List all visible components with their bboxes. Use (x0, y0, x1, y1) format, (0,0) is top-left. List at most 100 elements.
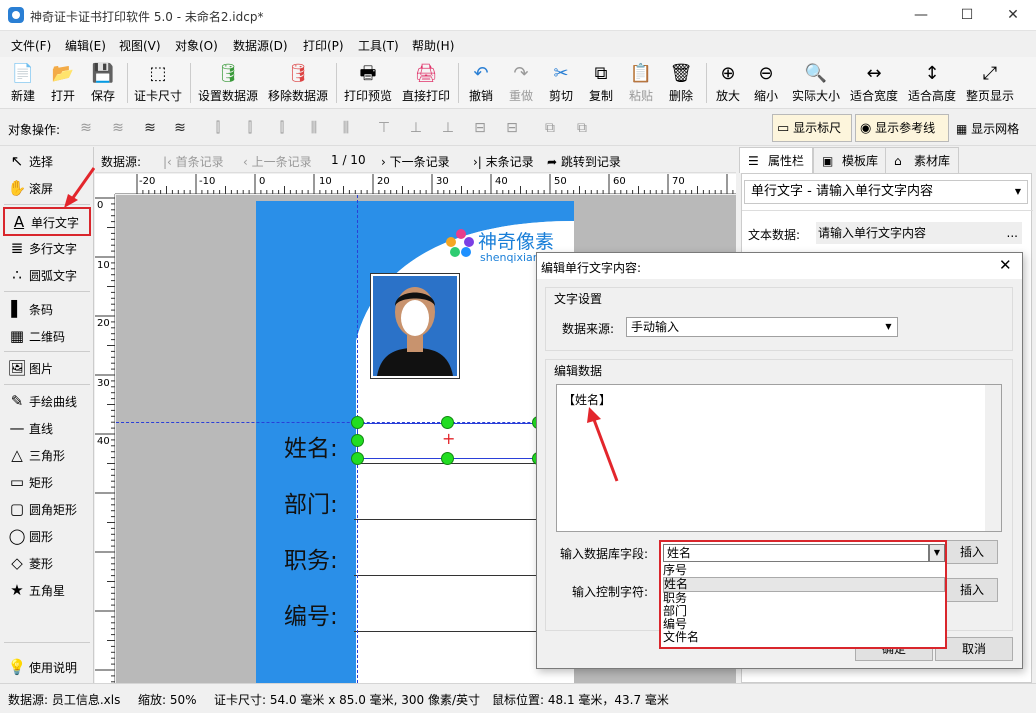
fit-width-button[interactable]: ↔ 适合宽度 (848, 61, 900, 107)
full-page-button[interactable]: ⤢ 整页显示 (964, 61, 1016, 107)
redo-button[interactable]: ↷ 重做 (502, 61, 540, 107)
show-guides-toggle[interactable]: ◉ 显示参考线 (855, 114, 949, 142)
layer-up-icon[interactable]: ≋ (140, 119, 160, 137)
chevron-down-icon[interactable]: ▼ (929, 544, 945, 562)
align-left-icon[interactable]: ⫿ (208, 119, 228, 137)
goto-record-button[interactable]: ➦ 跳转到记录 (547, 153, 621, 170)
paste-button[interactable]: 📋 粘贴 (622, 61, 660, 107)
insert-field-button[interactable]: 插入 (946, 540, 998, 564)
tool-arc-text[interactable]: ∴ 圆弧文字 (3, 262, 91, 288)
menu-view[interactable]: 视图(V) (119, 37, 161, 54)
menu-print[interactable]: 打印(P) (303, 37, 344, 54)
close-window-button[interactable]: ✕ (990, 0, 1036, 31)
zoom-in-button[interactable]: ⊕ 放大 (710, 61, 746, 107)
layer-bottom-icon[interactable]: ≋ (76, 119, 96, 137)
tab-templates[interactable]: ▣ 模板库 (813, 147, 888, 173)
align-center-icon[interactable]: ⫿ (240, 119, 260, 137)
photo-frame[interactable] (370, 273, 460, 379)
tool-qrcode[interactable]: ▦ 二维码 (3, 323, 91, 349)
delete-button[interactable]: 🗑 删除 (662, 61, 700, 107)
option-item-selected[interactable]: 姓名 (663, 577, 945, 592)
dialog-close-button[interactable]: ✕ (999, 256, 1012, 274)
resize-handle[interactable] (441, 416, 454, 429)
align-middle-icon[interactable]: ⊥ (406, 119, 426, 137)
distribute-h-icon[interactable]: ⫼ (336, 119, 356, 137)
tool-diamond[interactable]: ◇ 菱形 (3, 550, 91, 576)
menu-help[interactable]: 帮助(H) (412, 37, 454, 54)
field-title-label[interactable]: 职务: (284, 541, 338, 575)
group-icon[interactable]: ⧉ (540, 119, 560, 137)
field-dept-label[interactable]: 部门: (284, 485, 338, 519)
content-textarea[interactable]: 【姓名】 (556, 384, 1002, 532)
distribute-v-icon[interactable]: ⫼ (304, 119, 324, 137)
show-grid-toggle[interactable]: ▦ 显示网格 (956, 120, 1019, 137)
maximize-button[interactable]: ☐ (944, 0, 990, 31)
ellipsis-button[interactable]: ... (1007, 222, 1018, 244)
tab-properties[interactable]: ☰ 属性栏 (739, 147, 814, 173)
menu-tools[interactable]: 工具(T) (358, 37, 399, 54)
fit-height-button[interactable]: ↕ 适合高度 (906, 61, 958, 107)
option-item[interactable]: 部门 (663, 605, 945, 618)
ungroup-icon[interactable]: ⧉ (572, 119, 592, 137)
textarea-scrollbar[interactable] (985, 385, 1001, 531)
menu-object[interactable]: 对象(O) (175, 37, 218, 54)
show-ruler-toggle[interactable]: ▭ 显示标尺 (772, 114, 852, 142)
resize-handle[interactable] (351, 434, 364, 447)
resize-handle[interactable] (351, 452, 364, 465)
tool-help[interactable]: 💡 使用说明 (3, 654, 91, 680)
tool-rounded-rectangle[interactable]: ▢ 圆角矩形 (3, 496, 91, 522)
field-number-label[interactable]: 编号: (284, 597, 338, 631)
minimize-button[interactable]: — (898, 0, 944, 31)
tool-freehand[interactable]: ✎ 手绘曲线 (3, 388, 91, 414)
align-bottom-icon[interactable]: ⊥ (438, 119, 458, 137)
actual-size-button[interactable]: 🔍 实际大小 (788, 61, 844, 107)
insert-control-button[interactable]: 插入 (946, 578, 998, 602)
tab-materials[interactable]: ⌂ 素材库 (885, 147, 960, 173)
resize-handle[interactable] (351, 416, 364, 429)
zoom-out-button[interactable]: ⊖ 缩小 (748, 61, 784, 107)
field-name-label[interactable]: 姓名: (284, 429, 338, 463)
prev-record-button[interactable]: ‹ 上一条记录 (243, 153, 312, 170)
option-item[interactable]: 职务 (663, 592, 945, 605)
menu-edit[interactable]: 编辑(E) (65, 37, 106, 54)
tool-star[interactable]: ★ 五角星 (3, 577, 91, 603)
tool-triangle[interactable]: △ 三角形 (3, 442, 91, 468)
source-select[interactable]: 手动输入 ▼ (626, 317, 898, 337)
text-data-field[interactable]: 请输入单行文字内容... (816, 222, 1022, 244)
align-top-icon[interactable]: ⊤ (374, 119, 394, 137)
card-size-button[interactable]: ⬚ 证卡尺寸 (132, 61, 184, 107)
tool-image[interactable]: 🖼 图片 (3, 355, 91, 381)
last-record-button[interactable]: ›| 末条记录 (473, 153, 534, 170)
undo-button[interactable]: ↶ 撤销 (462, 61, 500, 107)
option-item[interactable]: 序号 (663, 564, 945, 577)
print-preview-button[interactable]: 🖶 打印预览 (342, 61, 394, 107)
menu-datasource[interactable]: 数据源(D) (233, 37, 288, 54)
set-datasource-button[interactable]: 🛢 设置数据源 (196, 61, 260, 107)
same-width-icon[interactable]: ⊟ (470, 119, 490, 137)
option-item[interactable]: 文件名 (663, 631, 945, 644)
tool-multi-line-text[interactable]: ≣ 多行文字 (3, 235, 91, 261)
open-button[interactable]: 📂 打开 (44, 61, 82, 107)
tool-barcode[interactable]: ▌ 条码 (3, 296, 91, 322)
cut-button[interactable]: ✂ 剪切 (542, 61, 580, 107)
remove-datasource-button[interactable]: 🛢 移除数据源 (266, 61, 330, 107)
save-button[interactable]: 💾 保存 (84, 61, 122, 107)
tool-single-line-text[interactable]: A 单行文字 (3, 207, 91, 236)
first-record-button[interactable]: |‹ 首条记录 (163, 153, 224, 170)
align-right-icon[interactable]: ⫿ (272, 119, 292, 137)
new-button[interactable]: 📄 新建 (4, 61, 42, 107)
db-field-dropdown[interactable]: 姓名 ▼ 序号 姓名 职务 部门 编号 文件名 (659, 540, 947, 649)
menu-file[interactable]: 文件(F) (11, 37, 51, 54)
object-select[interactable]: 单行文字 - 请输入单行文字内容 ▼ (744, 180, 1028, 204)
layer-top-icon[interactable]: ≋ (170, 119, 190, 137)
tool-line[interactable]: — 直线 (3, 415, 91, 441)
tool-circle[interactable]: ◯ 圆形 (3, 523, 91, 549)
layer-down-icon[interactable]: ≋ (108, 119, 128, 137)
same-height-icon[interactable]: ⊟ (502, 119, 522, 137)
resize-handle[interactable] (441, 452, 454, 465)
copy-button[interactable]: ⧉ 复制 (582, 61, 620, 107)
db-field-select[interactable]: 姓名 (663, 544, 929, 562)
direct-print-button[interactable]: 🖨 直接打印 (400, 61, 452, 107)
tool-rectangle[interactable]: ▭ 矩形 (3, 469, 91, 495)
next-record-button[interactable]: › 下一条记录 (381, 153, 450, 170)
